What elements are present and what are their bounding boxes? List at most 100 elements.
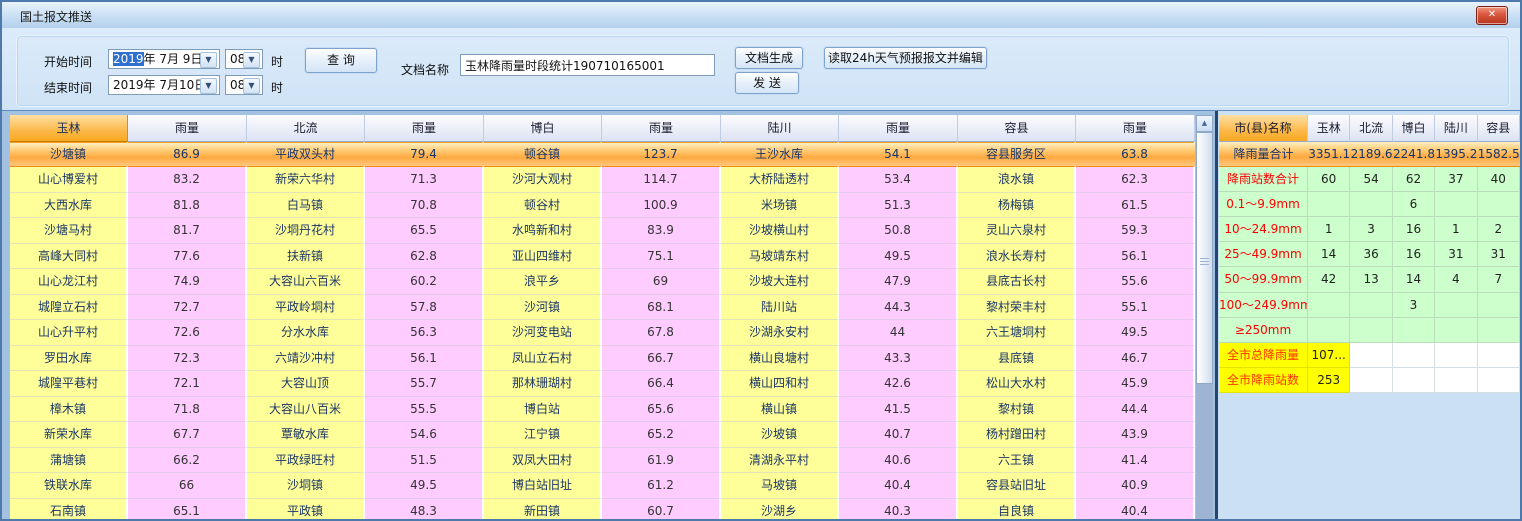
rain-value-cell[interactable]: 44.4	[1076, 397, 1195, 422]
rain-value-cell[interactable]: 69	[602, 269, 721, 294]
station-name-cell[interactable]: 石南镇	[10, 499, 128, 521]
rain-value-cell[interactable]: 49.5	[839, 244, 958, 269]
rain-column-header[interactable]: 雨量	[839, 115, 958, 142]
rain-value-cell[interactable]: 61.5	[1076, 193, 1195, 218]
rain-value-cell[interactable]: 81.8	[128, 193, 247, 218]
station-name-cell[interactable]: 高峰大同村	[10, 244, 128, 269]
rain-value-cell[interactable]: 66.7	[602, 346, 721, 371]
summary-county-header[interactable]: 博白	[1393, 115, 1435, 142]
rain-value-cell[interactable]: 56.3	[365, 320, 484, 345]
station-name-cell[interactable]: 新荣水库	[10, 422, 128, 447]
station-name-cell[interactable]: 覃敏水库	[247, 422, 365, 447]
rain-value-cell[interactable]: 44	[839, 320, 958, 345]
station-name-cell[interactable]: 亚山四维村	[484, 244, 602, 269]
station-name-cell[interactable]: 马坡靖东村	[721, 244, 839, 269]
station-name-cell[interactable]: 浪水镇	[958, 167, 1076, 192]
summary-county-header[interactable]: 容县	[1478, 115, 1520, 142]
station-name-cell[interactable]: 大桥陆透村	[721, 167, 839, 192]
rain-value-cell[interactable]: 65.2	[602, 422, 721, 447]
start-date-picker[interactable]: 2019年 7月 9日 ▼	[108, 49, 220, 69]
rain-value-cell[interactable]: 54.1	[839, 142, 958, 167]
rain-value-cell[interactable]: 81.7	[128, 218, 247, 243]
station-name-cell[interactable]: 横山良塘村	[721, 346, 839, 371]
station-name-cell[interactable]: 新荣六华村	[247, 167, 365, 192]
county-column-header[interactable]: 博白	[484, 115, 602, 142]
station-name-cell[interactable]: 罗田水库	[10, 346, 128, 371]
summary-name-header[interactable]: 市(县)名称	[1219, 115, 1308, 142]
rain-value-cell[interactable]: 51.3	[839, 193, 958, 218]
rain-value-cell[interactable]: 42.6	[839, 371, 958, 396]
station-name-cell[interactable]: 樟木镇	[10, 397, 128, 422]
station-name-cell[interactable]: 城隍平巷村	[10, 371, 128, 396]
end-date-picker[interactable]: 2019年 7月10日 ▼	[108, 75, 220, 95]
station-name-cell[interactable]: 容县站旧址	[958, 473, 1076, 498]
station-name-cell[interactable]: 黎村荣丰村	[958, 295, 1076, 320]
rain-value-cell[interactable]: 77.6	[128, 244, 247, 269]
county-column-header[interactable]: 容县	[958, 115, 1076, 142]
rain-value-cell[interactable]: 50.8	[839, 218, 958, 243]
scrollbar-track[interactable]	[1196, 384, 1213, 521]
rain-value-cell[interactable]: 72.3	[128, 346, 247, 371]
rain-value-cell[interactable]: 44.3	[839, 295, 958, 320]
county-column-header[interactable]: 北流	[247, 115, 365, 142]
rain-value-cell[interactable]: 72.7	[128, 295, 247, 320]
station-name-cell[interactable]: 横山四和村	[721, 371, 839, 396]
scroll-up-icon[interactable]: ▲	[1196, 115, 1213, 132]
station-name-cell[interactable]: 沙湖永安村	[721, 320, 839, 345]
end-hour-select[interactable]: 08 ▼	[225, 75, 263, 95]
station-name-cell[interactable]: 松山大水村	[958, 371, 1076, 396]
rain-value-cell[interactable]: 83.9	[602, 218, 721, 243]
start-hour-select[interactable]: 08 ▼	[225, 49, 263, 69]
rain-value-cell[interactable]: 60.2	[365, 269, 484, 294]
station-name-cell[interactable]: 山心龙江村	[10, 269, 128, 294]
rain-value-cell[interactable]: 40.3	[839, 499, 958, 521]
station-name-cell[interactable]: 顿谷镇	[484, 142, 602, 167]
summary-county-header[interactable]: 北流	[1350, 115, 1392, 142]
rain-value-cell[interactable]: 114.7	[602, 167, 721, 192]
rain-value-cell[interactable]: 123.7	[602, 142, 721, 167]
summary-county-header[interactable]: 玉林	[1308, 115, 1350, 142]
rain-value-cell[interactable]: 43.9	[1076, 422, 1195, 447]
rain-value-cell[interactable]: 49.5	[1076, 320, 1195, 345]
rain-value-cell[interactable]: 70.8	[365, 193, 484, 218]
station-name-cell[interactable]: 自良镇	[958, 499, 1076, 521]
station-name-cell[interactable]: 灵山六泉村	[958, 218, 1076, 243]
send-button[interactable]: 发 送	[735, 72, 799, 94]
rain-value-cell[interactable]: 56.1	[1076, 244, 1195, 269]
rain-value-cell[interactable]: 46.7	[1076, 346, 1195, 371]
query-button[interactable]: 查 询	[305, 48, 377, 73]
station-name-cell[interactable]: 沙塘马村	[10, 218, 128, 243]
rain-value-cell[interactable]: 66.4	[602, 371, 721, 396]
rain-value-cell[interactable]: 53.4	[839, 167, 958, 192]
chevron-down-icon[interactable]: ▼	[243, 78, 260, 94]
station-name-cell[interactable]: 浪水长寿村	[958, 244, 1076, 269]
station-name-cell[interactable]: 新田镇	[484, 499, 602, 521]
station-name-cell[interactable]: 马坡镇	[721, 473, 839, 498]
rain-value-cell[interactable]: 67.7	[128, 422, 247, 447]
rain-value-cell[interactable]: 62.3	[1076, 167, 1195, 192]
station-name-cell[interactable]: 容县服务区	[958, 142, 1076, 167]
rain-value-cell[interactable]: 48.3	[365, 499, 484, 521]
station-name-cell[interactable]: 杨村蹭田村	[958, 422, 1076, 447]
station-name-cell[interactable]: 大容山八百米	[247, 397, 365, 422]
chevron-down-icon[interactable]: ▼	[243, 52, 260, 68]
rain-value-cell[interactable]: 65.5	[365, 218, 484, 243]
station-name-cell[interactable]: 江宁镇	[484, 422, 602, 447]
rain-value-cell[interactable]: 60.7	[602, 499, 721, 521]
rain-value-cell[interactable]: 40.4	[839, 473, 958, 498]
station-name-cell[interactable]: 那林珊瑚村	[484, 371, 602, 396]
station-name-cell[interactable]: 大西水库	[10, 193, 128, 218]
station-name-cell[interactable]: 山心博爱村	[10, 167, 128, 192]
rain-value-cell[interactable]: 67.8	[602, 320, 721, 345]
station-name-cell[interactable]: 沙河镇	[484, 295, 602, 320]
rain-value-cell[interactable]: 41.5	[839, 397, 958, 422]
rain-value-cell[interactable]: 66	[128, 473, 247, 498]
county-column-header[interactable]: 陆川	[721, 115, 839, 142]
station-name-cell[interactable]: 分水水库	[247, 320, 365, 345]
station-name-cell[interactable]: 沙坡大连村	[721, 269, 839, 294]
rain-column-header[interactable]: 雨量	[602, 115, 721, 142]
rain-value-cell[interactable]: 45.9	[1076, 371, 1195, 396]
station-name-cell[interactable]: 蒲塘镇	[10, 448, 128, 473]
station-name-cell[interactable]: 顿谷村	[484, 193, 602, 218]
station-name-cell[interactable]: 铁联水库	[10, 473, 128, 498]
